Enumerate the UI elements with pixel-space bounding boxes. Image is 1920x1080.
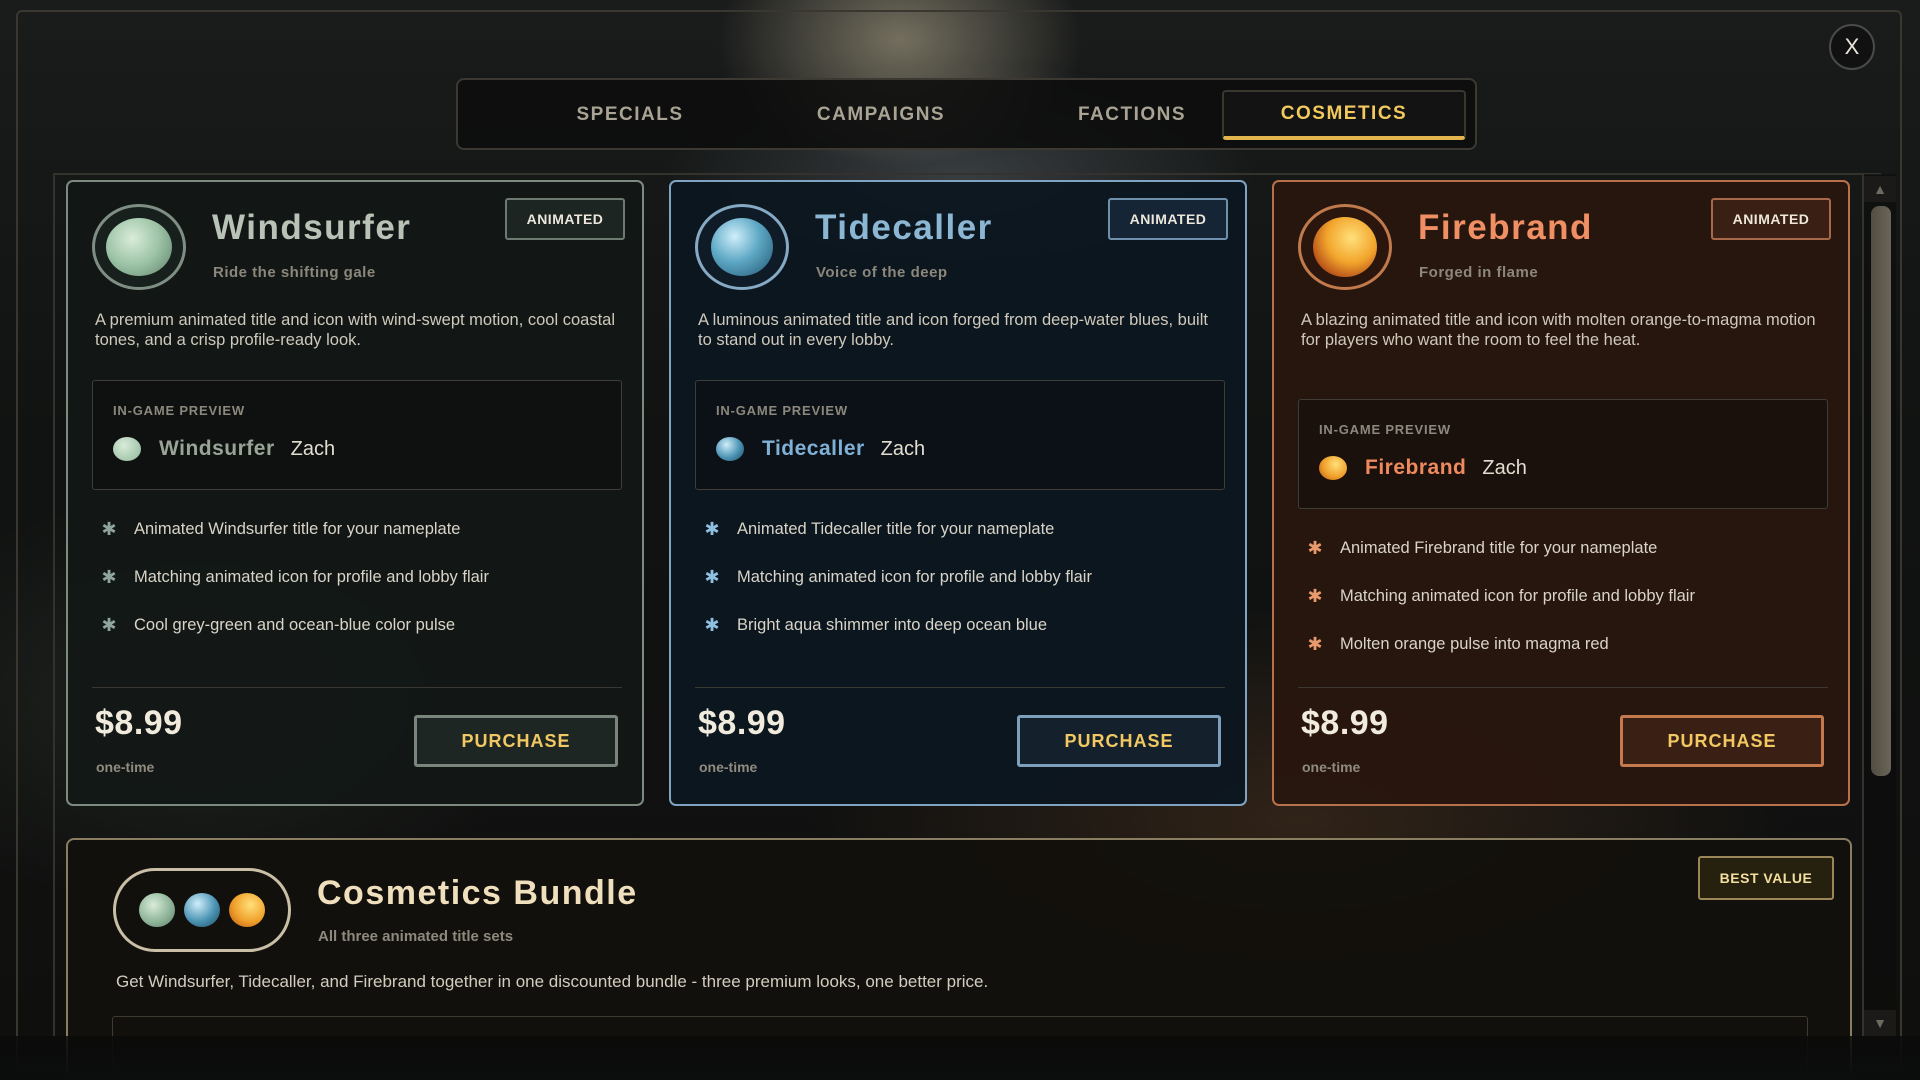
divider xyxy=(1298,687,1828,688)
jade-orb-icon xyxy=(113,437,141,461)
card-description: A premium animated title and icon with w… xyxy=(95,311,615,349)
animated-badge: ANIMATED xyxy=(1108,198,1228,240)
close-button[interactable]: X xyxy=(1829,24,1875,70)
list-item: ✱ Cool grey-green and ocean-blue color pu… xyxy=(98,601,489,649)
bullet-icon: ✱ xyxy=(101,566,117,587)
preview-title: Tidecaller xyxy=(762,437,865,460)
list-item: ✱ Matching animated icon for profile and … xyxy=(701,553,1092,601)
in-game-preview: IN-GAME PREVIEW Windsurfer Zach xyxy=(92,380,622,490)
bullet-icon: ✱ xyxy=(101,614,117,635)
list-item: ✱ Molten orange pulse into magma red xyxy=(1304,620,1695,668)
product-card-firebrand: Firebrand Forged in flame ANIMATED A bla… xyxy=(1272,180,1850,806)
purchase-button[interactable]: PURCHASE xyxy=(414,715,618,767)
best-value-badge: BEST VALUE xyxy=(1698,856,1834,900)
price: $8.99 xyxy=(698,704,786,742)
bullet-icon: ✱ xyxy=(704,518,720,539)
scroll-up-icon[interactable]: ▲ xyxy=(1864,176,1896,202)
flame-orb-icon xyxy=(1319,456,1347,480)
water-orb-icon xyxy=(183,893,220,927)
preview-player-name: Zach xyxy=(880,437,926,460)
preview-label: IN-GAME PREVIEW xyxy=(716,403,848,418)
water-orb-icon xyxy=(716,437,744,461)
feature-list: ✱ Animated Windsurfer title for your name… xyxy=(98,505,489,649)
scroll-down-icon[interactable]: ▼ xyxy=(1864,1010,1896,1036)
price: $8.99 xyxy=(1301,704,1389,742)
bullet-icon: ✱ xyxy=(1307,585,1323,606)
list-item: ✱ Animated Windsurfer title for your name… xyxy=(98,505,489,553)
flame-orb-icon xyxy=(229,893,266,927)
tab-factions[interactable]: FACTIONS xyxy=(1010,90,1254,140)
preview-label: IN-GAME PREVIEW xyxy=(113,403,245,418)
in-game-preview: IN-GAME PREVIEW Firebrand Zach xyxy=(1298,399,1828,509)
purchase-button[interactable]: PURCHASE xyxy=(1017,715,1221,767)
card-description: A blazing animated title and icon with m… xyxy=(1301,311,1816,349)
animated-badge: ANIMATED xyxy=(505,198,625,240)
panel-bottom-edge xyxy=(0,1036,1920,1080)
bullet-icon: ✱ xyxy=(1307,537,1323,558)
bundle-subtitle: All three animated title sets xyxy=(318,928,514,945)
card-subtitle: Forged in flame xyxy=(1419,264,1539,281)
preview-player-name: Zach xyxy=(290,437,336,460)
card-description: A luminous animated title and icon forge… xyxy=(698,311,1208,349)
bundle-icon-group xyxy=(113,868,291,952)
tab-specials[interactable]: SPECIALS xyxy=(508,90,752,140)
list-item: ✱ Animated Tidecaller title for your name… xyxy=(701,505,1092,553)
preview-player-name: Zach xyxy=(1482,456,1527,479)
list-item: ✱ Matching animated icon for profile and … xyxy=(1304,572,1695,620)
list-item: ✱ Bright aqua shimmer into deep ocean blu… xyxy=(701,601,1092,649)
bullet-icon: ✱ xyxy=(704,614,720,635)
jade-orb-icon xyxy=(92,204,186,290)
preview-label: IN-GAME PREVIEW xyxy=(1319,422,1451,437)
bullet-icon: ✱ xyxy=(1307,633,1323,654)
feature-list: ✱ Animated Firebrand title for your namep… xyxy=(1304,524,1695,668)
scroll-thumb[interactable] xyxy=(1871,206,1891,776)
tab-campaigns[interactable]: CAMPAIGNS xyxy=(759,90,1003,140)
price-note: one-time xyxy=(699,759,758,775)
tab-cosmetics[interactable]: COSMETICS xyxy=(1222,90,1466,140)
divider xyxy=(695,687,1225,688)
purchase-button[interactable]: PURCHASE xyxy=(1620,715,1824,767)
scrollbar[interactable]: ▲ ▼ xyxy=(1862,174,1896,1036)
list-item: ✱ Matching animated icon for profile and … xyxy=(98,553,489,601)
card-title: Firebrand xyxy=(1418,208,1593,247)
product-card-windsurfer: Windsurfer Ride the shifting gale ANIMAT… xyxy=(66,180,644,806)
list-item: ✱ Animated Firebrand title for your namep… xyxy=(1304,524,1695,572)
preview-title: Firebrand xyxy=(1365,456,1467,479)
price: $8.99 xyxy=(95,704,183,742)
price-note: one-time xyxy=(96,759,155,775)
divider xyxy=(92,687,622,688)
store-tabs: SPECIALS CAMPAIGNS FACTIONS COSMETICS xyxy=(456,78,1477,150)
animated-badge: ANIMATED xyxy=(1711,198,1831,240)
card-subtitle: Ride the shifting gale xyxy=(213,264,376,281)
flame-orb-icon xyxy=(1298,204,1392,290)
card-title: Tidecaller xyxy=(815,208,993,247)
price-note: one-time xyxy=(1302,759,1361,775)
card-title: Windsurfer xyxy=(212,208,412,247)
bundle-description: Get Windsurfer, Tidecaller, and Firebran… xyxy=(116,972,989,991)
in-game-preview: IN-GAME PREVIEW Tidecaller Zach xyxy=(695,380,1225,490)
bundle-title: Cosmetics Bundle xyxy=(317,874,638,912)
bullet-icon: ✱ xyxy=(704,566,720,587)
bullet-icon: ✱ xyxy=(101,518,117,539)
card-subtitle: Voice of the deep xyxy=(816,264,948,281)
preview-title: Windsurfer xyxy=(159,437,275,460)
jade-orb-icon xyxy=(138,893,175,927)
product-card-tidecaller: Tidecaller Voice of the deep ANIMATED A … xyxy=(669,180,1247,806)
feature-list: ✱ Animated Tidecaller title for your name… xyxy=(701,505,1092,649)
water-orb-icon xyxy=(695,204,789,290)
